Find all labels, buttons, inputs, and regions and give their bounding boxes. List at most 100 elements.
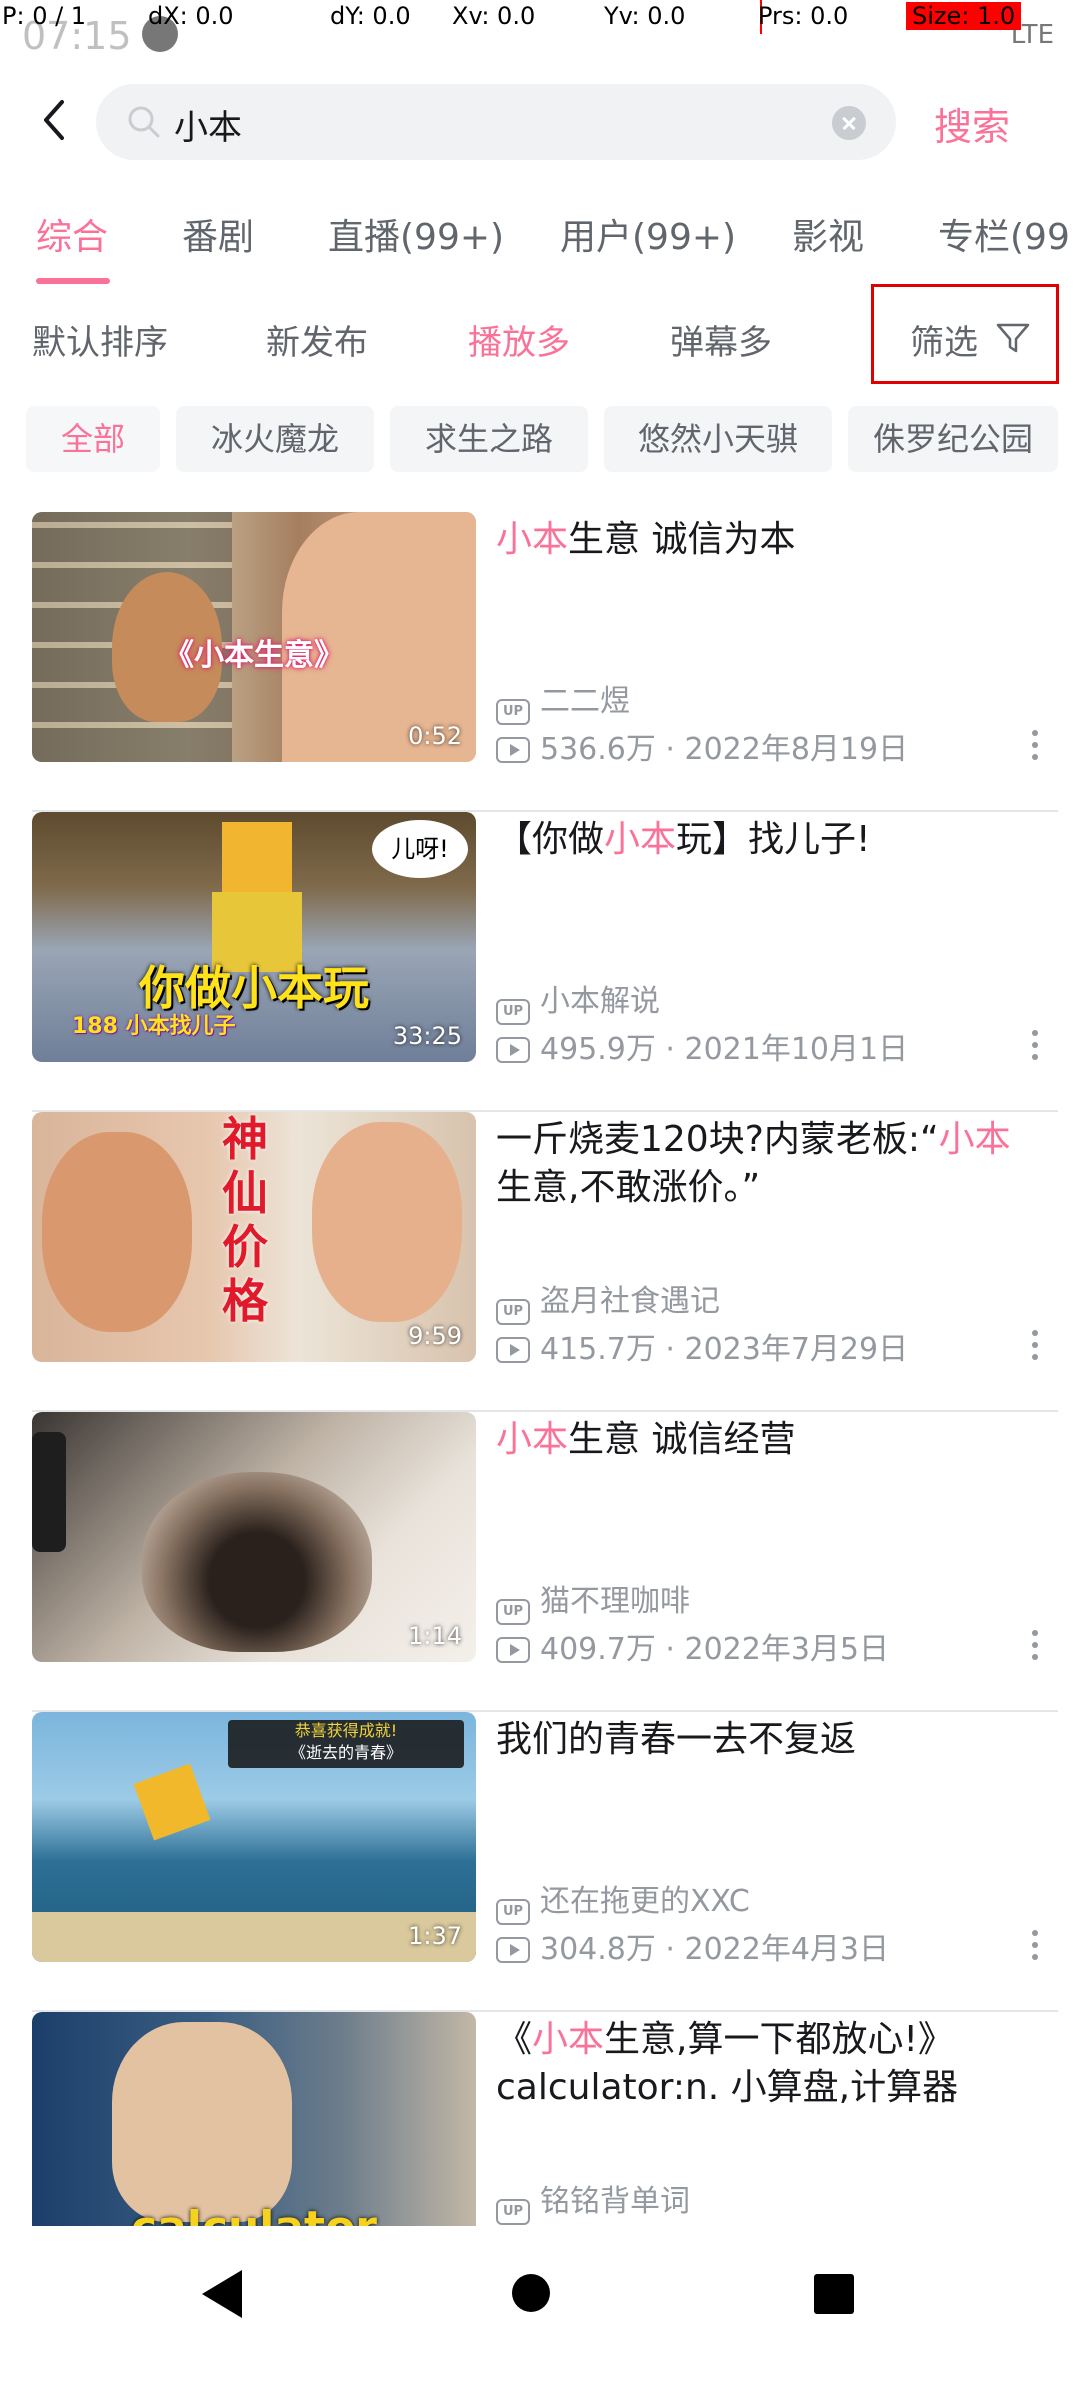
uploader-name[interactable]: 铭铭背单词 bbox=[540, 2184, 690, 2219]
video-title[interactable]: 一斤烧麦120块?内蒙老板:“小本生意,不敢涨价。” bbox=[496, 1116, 1016, 1212]
debug-dy: dY: 0.0 bbox=[330, 2, 411, 30]
tab-all[interactable]: 综合 bbox=[36, 208, 108, 260]
achievement-name: 《逝去的青春》 bbox=[289, 1743, 402, 1762]
clear-icon[interactable] bbox=[832, 106, 866, 140]
video-thumbnail[interactable]: 恭喜获得成就! 《逝去的青春》 1:37 bbox=[32, 1712, 476, 1962]
video-title[interactable]: 小本生意 诚信经营 bbox=[496, 1416, 1016, 1464]
video-card[interactable]: 神仙价格 9:59 一斤烧麦120块?内蒙老板:“小本生意,不敢涨价。” UP 盗… bbox=[0, 1112, 1080, 1412]
thumb-watch bbox=[32, 1432, 66, 1552]
video-card[interactable]: 恭喜获得成就! 《逝去的青春》 1:37 我们的青春一去不复返 UP 还在拖更的X… bbox=[0, 1712, 1080, 2012]
video-card[interactable]: 儿呀! 你做小本玩 188 小本找儿子 33:25 【你做小本玩】找儿子! UP… bbox=[0, 812, 1080, 1112]
search-input[interactable]: 小本 bbox=[96, 84, 896, 160]
chip-tag[interactable]: 求生之路 bbox=[390, 406, 588, 472]
play-count-icon bbox=[496, 1037, 530, 1063]
video-title[interactable]: 小本生意 诚信为本 bbox=[496, 516, 1016, 564]
uploader-name[interactable]: 二二煜 bbox=[540, 684, 630, 719]
sort-most-danmaku[interactable]: 弹幕多 bbox=[670, 315, 772, 364]
video-thumbnail[interactable]: 儿呀! 你做小本玩 188 小本找儿子 33:25 bbox=[32, 812, 476, 1062]
nav-back-icon[interactable] bbox=[202, 2270, 242, 2318]
category-tabs: 综合 番剧 直播(99+) 用户(99+) 影视 专栏(99 bbox=[0, 200, 1080, 290]
thumb-caption: calculator bbox=[32, 2202, 476, 2226]
thumb-caption: 神仙价格 bbox=[222, 1112, 268, 1328]
video-title[interactable]: 【你做小本玩】找儿子! bbox=[496, 816, 1016, 864]
uploader-name[interactable]: 盗月社食遇记 bbox=[540, 1284, 720, 1319]
uploader-line: UP 盗月社食遇记 bbox=[496, 1276, 720, 1325]
video-thumbnail[interactable]: 神仙价格 9:59 bbox=[32, 1112, 476, 1362]
video-duration: 1:14 bbox=[408, 1622, 462, 1650]
video-stats: 495.9万 · 2021年10月1日 bbox=[540, 1032, 909, 1067]
tab-users[interactable]: 用户(99+) bbox=[560, 208, 736, 260]
video-stats: 304.8万 · 2022年4月3日 bbox=[540, 1932, 890, 1967]
more-options-icon[interactable] bbox=[1030, 730, 1040, 770]
stats-line: 415.7万 · 2023年7月29日 bbox=[496, 1324, 908, 1368]
more-options-icon[interactable] bbox=[1030, 1330, 1040, 1370]
more-options-icon[interactable] bbox=[1030, 1630, 1040, 1670]
uploader-name[interactable]: 猫不理咖啡 bbox=[540, 1584, 690, 1619]
chip-tag[interactable]: 悠然小天骐 bbox=[604, 406, 832, 472]
search-query: 小本 bbox=[174, 108, 242, 148]
speech-bubble: 儿呀! bbox=[372, 820, 468, 878]
uploader-line: UP 还在拖更的XXC bbox=[496, 1876, 750, 1925]
chip-tag[interactable]: 冰火魔龙 bbox=[176, 406, 374, 472]
video-title[interactable]: 《小本生意,算一下都放心!》calculator:n. 小算盘,计算器 bbox=[496, 2016, 1016, 2112]
video-stats: 536.6万 · 2022年8月19日 bbox=[540, 732, 909, 767]
video-card[interactable]: calculator 《小本生意,算一下都放心!》calculator:n. 小… bbox=[0, 2012, 1080, 2226]
achievement-popup: 恭喜获得成就! 《逝去的青春》 bbox=[228, 1720, 464, 1768]
search-icon bbox=[128, 106, 160, 138]
tab-articles[interactable]: 专栏(99 bbox=[938, 208, 1070, 260]
play-count-icon bbox=[496, 737, 530, 763]
stats-line: 409.7万 · 2022年3月5日 bbox=[496, 1624, 889, 1668]
chevron-left-icon bbox=[44, 100, 64, 140]
video-results-list: 《小本生意》 0:52 小本生意 诚信为本 UP 二二煜 536.6万 · 202… bbox=[0, 512, 1080, 2226]
video-card[interactable]: 1:14 小本生意 诚信经营 UP 猫不理咖啡 409.7万 · 2022年3月5… bbox=[0, 1412, 1080, 1712]
debug-pointer-count: P: 0 / 1 bbox=[2, 2, 87, 30]
stats-line: 495.9万 · 2021年10月1日 bbox=[496, 1024, 908, 1068]
back-button[interactable] bbox=[32, 96, 80, 144]
achievement-title: 恭喜获得成就! bbox=[294, 1721, 398, 1740]
stats-line: 304.8万 · 2022年4月3日 bbox=[496, 1924, 889, 1968]
video-card[interactable]: 《小本生意》 0:52 小本生意 诚信为本 UP 二二煜 536.6万 · 202… bbox=[0, 512, 1080, 812]
video-thumbnail[interactable]: 1:14 bbox=[32, 1412, 476, 1662]
play-count-icon bbox=[496, 1637, 530, 1663]
filter-button[interactable]: 筛选 bbox=[871, 284, 1059, 384]
debug-pressure: Prs: 0.0 bbox=[758, 2, 849, 30]
video-stats: 409.7万 · 2022年3月5日 bbox=[540, 1632, 890, 1667]
nav-home-icon[interactable] bbox=[512, 2274, 550, 2312]
thumb-person bbox=[112, 2022, 292, 2222]
video-title[interactable]: 我们的青春一去不复返 bbox=[496, 1716, 1016, 1764]
sort-most-played[interactable]: 播放多 bbox=[468, 315, 570, 364]
uploader-name[interactable]: 小本解说 bbox=[540, 984, 660, 1019]
up-badge-icon: UP bbox=[496, 699, 530, 725]
active-tab-indicator bbox=[36, 278, 110, 284]
search-button[interactable]: 搜索 bbox=[934, 96, 1010, 151]
tab-movies[interactable]: 影视 bbox=[792, 208, 864, 260]
video-thumbnail[interactable]: calculator bbox=[32, 2012, 476, 2226]
up-badge-icon: UP bbox=[496, 2199, 530, 2225]
tab-bangumi[interactable]: 番剧 bbox=[182, 208, 254, 260]
uploader-line: UP 二二煜 bbox=[496, 676, 630, 725]
up-badge-icon: UP bbox=[496, 999, 530, 1025]
filter-label: 筛选 bbox=[910, 323, 978, 363]
tag-chips: 全部 冰火魔龙 求生之路 悠然小天骐 侏罗纪公园 bbox=[0, 406, 1080, 472]
debug-xv: Xv: 0.0 bbox=[452, 2, 536, 30]
up-badge-icon: UP bbox=[496, 1899, 530, 1925]
sort-default[interactable]: 默认排序 bbox=[32, 315, 168, 364]
more-options-icon[interactable] bbox=[1030, 1030, 1040, 1070]
video-duration: 1:37 bbox=[408, 1922, 462, 1950]
thumb-character bbox=[222, 822, 292, 892]
system-navigation-bar bbox=[0, 2226, 1080, 2400]
video-thumbnail[interactable]: 《小本生意》 0:52 bbox=[32, 512, 476, 762]
uploader-line: UP 小本解说 bbox=[496, 976, 660, 1025]
video-duration: 33:25 bbox=[392, 1022, 462, 1050]
thumb-person bbox=[312, 1122, 462, 1322]
video-duration: 9:59 bbox=[408, 1322, 462, 1350]
stats-line: 536.6万 · 2022年8月19日 bbox=[496, 724, 908, 768]
chip-all[interactable]: 全部 bbox=[26, 406, 160, 472]
uploader-name[interactable]: 还在拖更的XXC bbox=[540, 1884, 750, 1919]
more-options-icon[interactable] bbox=[1030, 1930, 1040, 1970]
debug-dx: dX: 0.0 bbox=[148, 2, 234, 30]
tab-live[interactable]: 直播(99+) bbox=[328, 208, 504, 260]
sort-newest[interactable]: 新发布 bbox=[266, 315, 368, 364]
chip-tag[interactable]: 侏罗纪公园 bbox=[848, 406, 1058, 472]
nav-recents-icon[interactable] bbox=[814, 2274, 854, 2314]
